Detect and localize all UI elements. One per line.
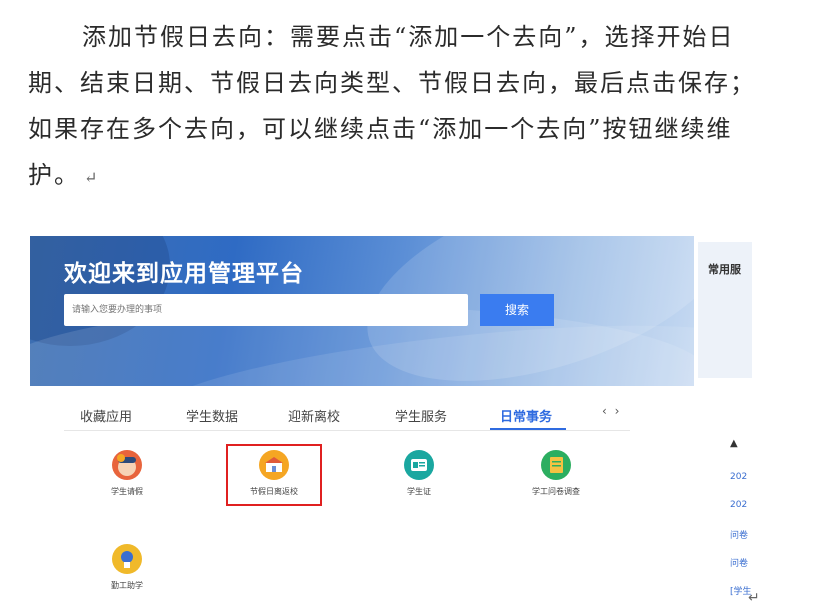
side-panel: 常用服 — [694, 236, 752, 386]
paragraph-line-4: 护。 ↵ — [28, 161, 100, 189]
tab-daily-affairs[interactable]: 日常事务 — [500, 406, 552, 425]
tab-divider — [64, 430, 630, 431]
paragraph-return-mark: ↵ — [84, 168, 100, 187]
app-work-study[interactable]: 勤工助学 — [82, 544, 172, 591]
tab-enrollment-leaving[interactable]: 迎新离校 — [288, 406, 340, 425]
app-student-id[interactable]: 学生证 — [374, 450, 464, 497]
tab-scroll-arrows[interactable]: ‹ › — [602, 404, 621, 418]
side-panel-title: 常用服 — [708, 263, 741, 276]
megaphone-icon: ▲ — [730, 438, 738, 449]
tab-student-data[interactable]: 学生数据 — [186, 406, 238, 425]
app-questionnaire[interactable]: 学工问卷调查 — [511, 450, 601, 497]
notice-item[interactable]: 问卷 — [730, 556, 748, 569]
app-student-leave[interactable]: 学生请假 — [82, 450, 172, 497]
active-tab-indicator — [490, 428, 566, 430]
embedded-screenshot: 欢迎来到应用管理平台 搜索 常用服 收藏应用 学生数据 迎新离校 学生服务 日常… — [30, 236, 752, 612]
app-label: 学生请假 — [111, 487, 143, 496]
notice-item[interactable]: 202 — [730, 500, 747, 510]
paragraph-line-1: 添加节假日去向：需要点击“添加一个去向”，选择开始日 — [82, 23, 735, 51]
paragraph-line-3: 如果存在多个去向，可以继续点击“添加一个去向”按钮继续维 — [28, 115, 733, 143]
search-button[interactable]: 搜索 — [480, 294, 554, 326]
search-input[interactable] — [64, 294, 468, 326]
tab-favorites[interactable]: 收藏应用 — [80, 406, 132, 425]
welcome-banner: 欢迎来到应用管理平台 搜索 — [30, 236, 694, 386]
banner-title: 欢迎来到应用管理平台 — [64, 261, 304, 287]
student-leave-icon — [112, 450, 142, 480]
notice-item[interactable]: 问卷 — [730, 528, 748, 541]
app-label: 学工问卷调查 — [532, 487, 580, 496]
screenshot-return-mark: ↵ — [748, 590, 760, 606]
notice-item[interactable]: 202 — [730, 472, 747, 482]
app-label: 学生证 — [407, 487, 431, 496]
highlight-box — [226, 444, 322, 506]
questionnaire-icon — [541, 450, 571, 480]
app-label: 勤工助学 — [111, 581, 143, 590]
document-paragraph: 添加节假日去向：需要点击“添加一个去向”，选择开始日 期、结束日期、节假日去向类… — [28, 14, 798, 198]
work-study-icon — [112, 544, 142, 574]
tab-student-services[interactable]: 学生服务 — [395, 406, 447, 425]
id-card-icon — [404, 450, 434, 480]
paragraph-line-2: 期、结束日期、节假日去向类型、节假日去向，最后点击保存； — [28, 69, 756, 97]
